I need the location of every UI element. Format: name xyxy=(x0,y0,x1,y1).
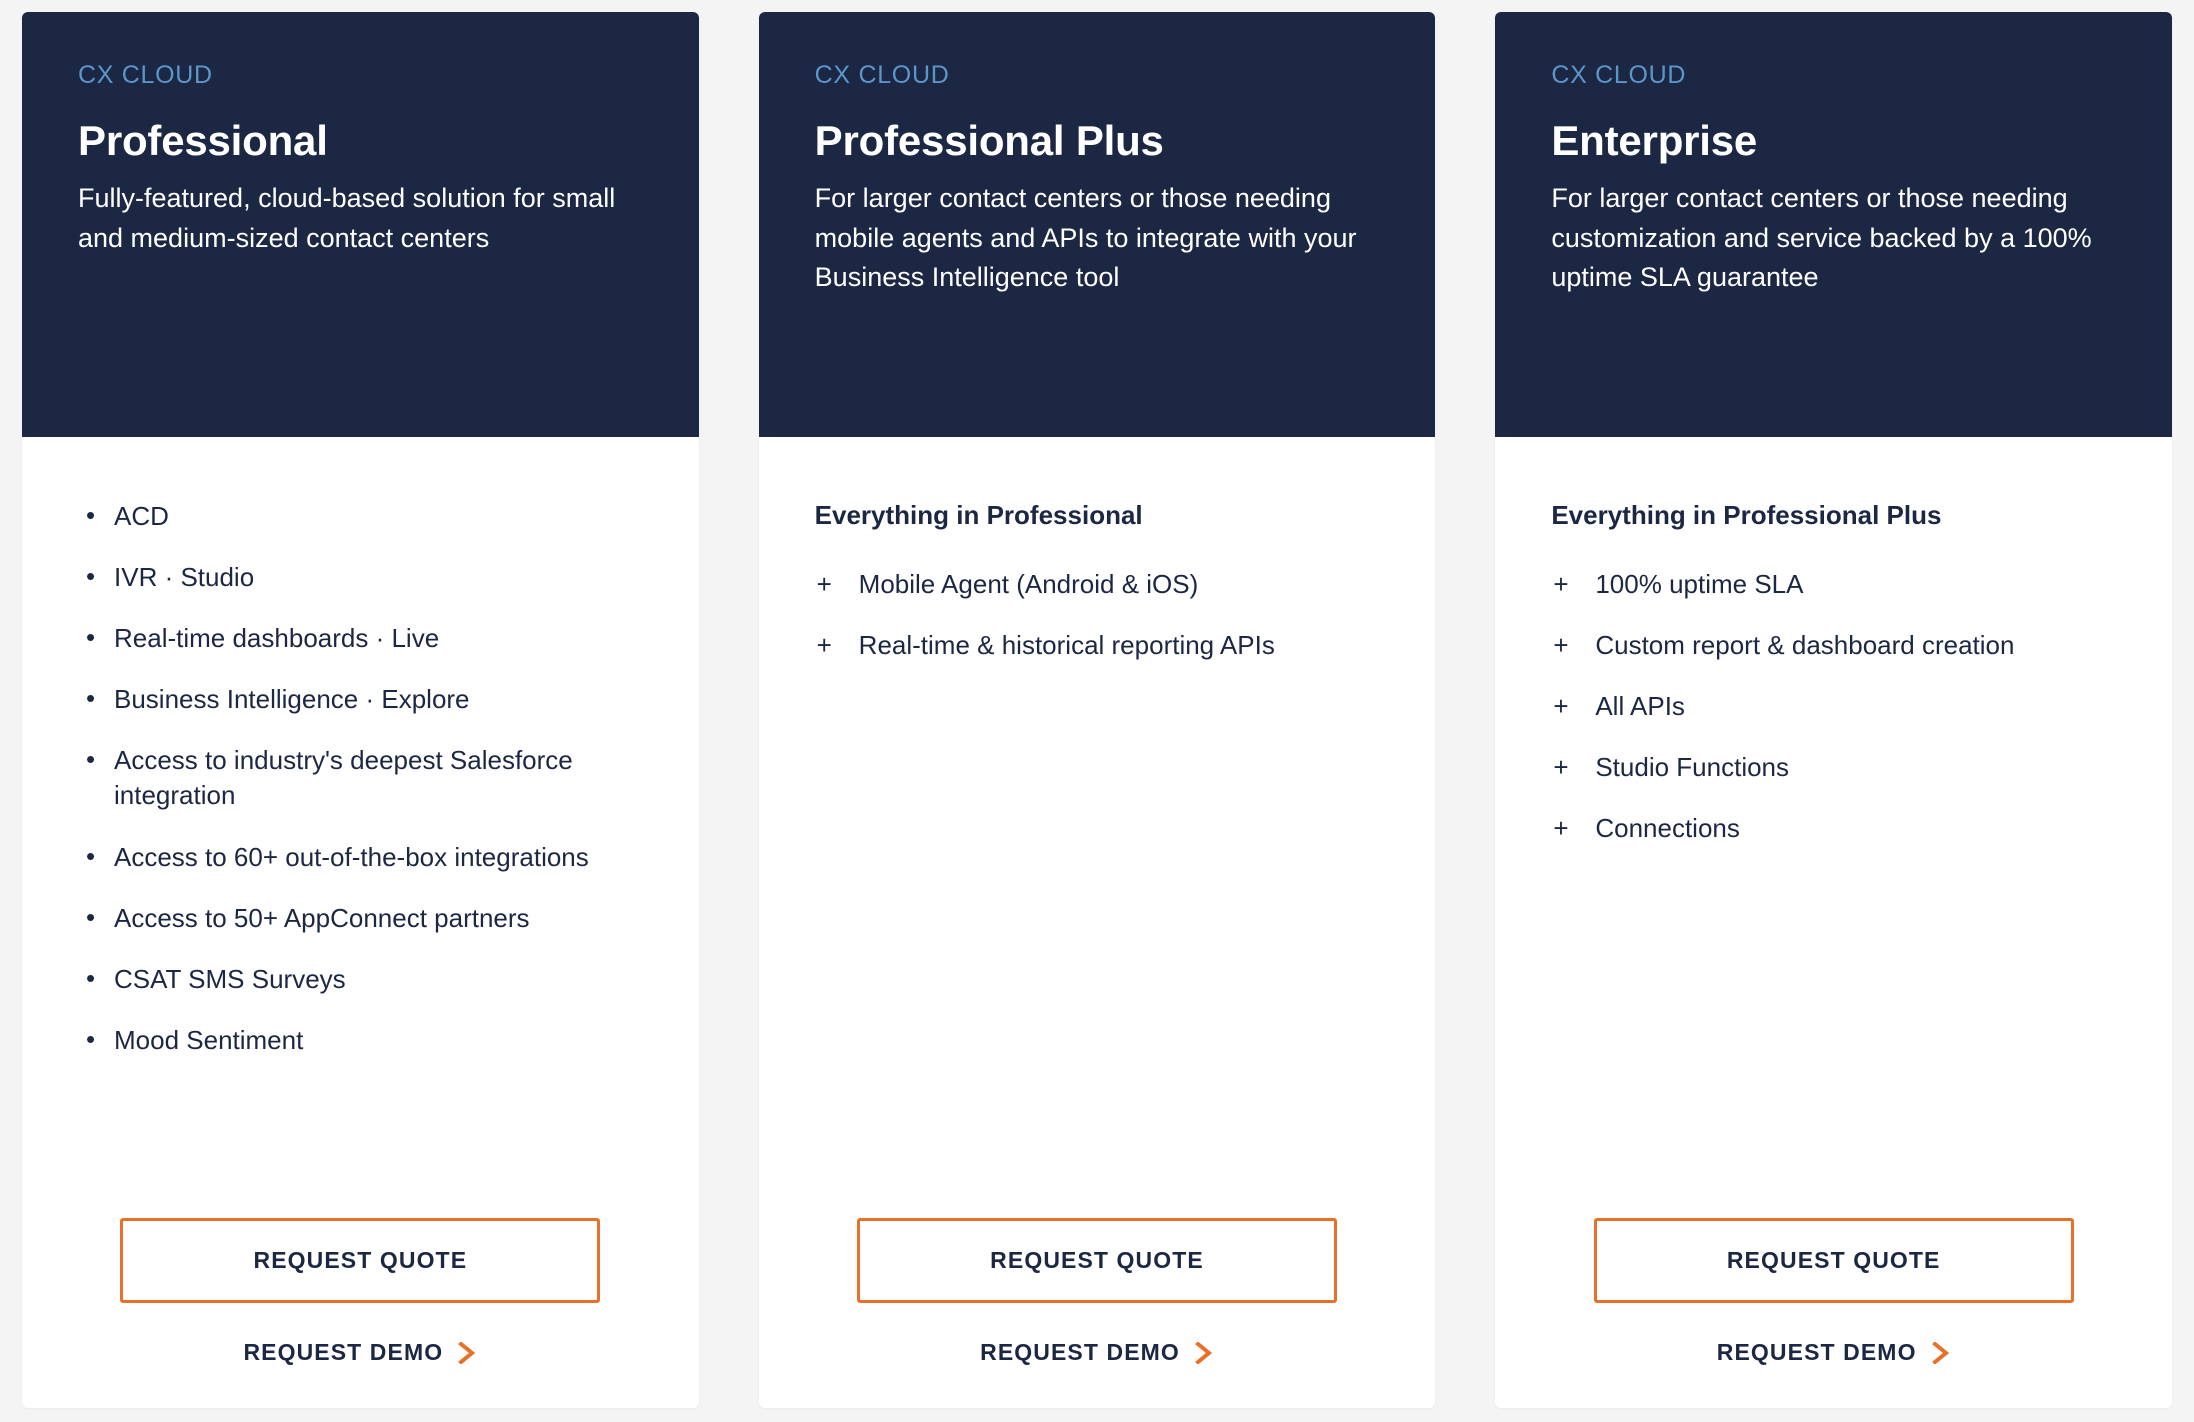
request-demo-link[interactable]: REQUEST DEMO xyxy=(980,1339,1214,1366)
card-feature-list: ACD IVR · Studio Real-time dashboards · Li… xyxy=(78,498,643,1084)
card-body-enterprise: Everything in Professional Plus +100% upt… xyxy=(1495,437,2172,1408)
feature-item: ACD xyxy=(78,498,643,534)
request-quote-button[interactable]: REQUEST QUOTE xyxy=(1593,1218,2074,1303)
card-header-professional-plus: CX CLOUD Professional Plus For larger cont… xyxy=(758,12,1436,437)
feature-item: + Studio Functions xyxy=(1551,750,2116,785)
feature-item: CSAT SMS Surveys xyxy=(78,961,643,997)
feature-item-label: ACD xyxy=(114,501,169,531)
request-demo-label: REQUEST DEMO xyxy=(243,1339,444,1365)
feature-item-label: CSAT SMS Surveys xyxy=(114,963,346,994)
card-plan-name: Enterprise xyxy=(1551,116,1758,164)
feature-item: IVR · Studio xyxy=(78,559,643,595)
plus-icon: + xyxy=(1553,813,1569,844)
card-actions: REQUEST QUOTE REQUEST DEMO xyxy=(815,1218,1380,1408)
card-includes-heading: Everything in Professional xyxy=(814,500,1143,530)
plus-icon: + xyxy=(1553,690,1569,721)
chevron-right-icon xyxy=(1931,1341,1949,1364)
feature-item-label: Access to 60+ out-of-the-box integration… xyxy=(114,841,589,872)
card-plan-name: Professional Plus xyxy=(814,116,1164,164)
pricing-cards-row: CX CLOUD Professional Fully-featured, clou… xyxy=(0,0,2194,1422)
feature-item-label: Real-time dashboards · Live xyxy=(114,623,440,654)
feature-item-label: Business Intelligence · Explore xyxy=(114,684,470,715)
feature-item: + Connections xyxy=(1551,811,2116,846)
feature-item: + Mobile Agent (Android & iOS) xyxy=(815,567,1380,602)
pricing-card-enterprise: CX CLOUD Enterprise For larger contact cen… xyxy=(1495,12,2173,1408)
feature-item: + All APIs xyxy=(1551,689,2116,724)
feature-item-label: All APIs xyxy=(1595,690,1685,721)
feature-item: Business Intelligence · Explore xyxy=(78,681,643,717)
feature-item: + Real-time & historical reporting APIs xyxy=(815,628,1380,663)
card-actions: REQUEST QUOTE REQUEST DEMO xyxy=(1551,1218,2116,1408)
feature-item-label: Connections xyxy=(1595,813,1740,844)
feature-item-label: Mood Sentiment xyxy=(114,1024,304,1055)
request-quote-button[interactable]: REQUEST QUOTE xyxy=(857,1218,1337,1303)
feature-item-label: Mobile Agent (Android & iOS) xyxy=(858,568,1199,599)
card-header-professional: CX CLOUD Professional Fully-featured, clou… xyxy=(22,12,699,437)
feature-item-label: Custom report & dashboard creation xyxy=(1595,629,2015,660)
pricing-card-professional: CX CLOUD Professional Fully-featured, clou… xyxy=(22,12,699,1408)
plus-icon: + xyxy=(816,629,832,660)
feature-item-label: 100% uptime SLA xyxy=(1595,568,1804,599)
card-eyebrow: CX CLOUD xyxy=(78,61,213,89)
feature-item-label: Access to 50+ AppConnect partners xyxy=(114,902,530,933)
feature-item: Access to 50+ AppConnect partners xyxy=(78,900,643,936)
card-eyebrow: CX CLOUD xyxy=(814,61,950,89)
feature-item: Access to industry's deepest Salesforce … xyxy=(78,742,643,813)
card-eyebrow: CX CLOUD xyxy=(1551,61,1687,89)
pricing-card-professional-plus: CX CLOUD Professional Plus For larger cont… xyxy=(758,12,1436,1408)
card-feature-list: +100% uptime SLA + Custom report & dashboa… xyxy=(1551,567,2116,872)
chevron-right-icon xyxy=(1195,1341,1213,1364)
request-demo-label: REQUEST DEMO xyxy=(980,1339,1180,1365)
card-body-professional: ACD IVR · Studio Real-time dashboards · Li… xyxy=(22,437,699,1408)
card-header-enterprise: CX CLOUD Enterprise For larger contact cen… xyxy=(1495,12,2173,437)
plus-icon: + xyxy=(1553,629,1569,660)
request-demo-link[interactable]: REQUEST DEMO xyxy=(1717,1339,1951,1366)
feature-item-label: IVR · Studio xyxy=(114,562,255,593)
plus-icon: + xyxy=(816,568,832,599)
feature-item: + Custom report & dashboard creation xyxy=(1551,628,2116,663)
card-plan-name: Professional xyxy=(78,116,328,164)
card-plan-description: For larger contact centers or those need… xyxy=(814,183,1357,293)
card-plan-description: Fully-featured, cloud-based solution for… xyxy=(78,183,616,253)
request-quote-button[interactable]: REQUEST QUOTE xyxy=(120,1218,601,1303)
feature-item: Mood Sentiment xyxy=(78,1022,643,1058)
card-feature-list: + Mobile Agent (Android & iOS) + Real-time … xyxy=(815,567,1380,689)
card-actions: REQUEST QUOTE REQUEST DEMO xyxy=(78,1218,643,1408)
card-includes-heading: Everything in Professional Plus xyxy=(1551,500,1942,530)
feature-item-label: Studio Functions xyxy=(1595,752,1790,783)
feature-item: +100% uptime SLA xyxy=(1551,567,2116,602)
feature-item-label: Access to industry's deepest Salesforce … xyxy=(114,745,573,811)
request-demo-link[interactable]: REQUEST DEMO xyxy=(243,1339,477,1366)
chevron-right-icon xyxy=(458,1341,476,1364)
plus-icon: + xyxy=(1553,752,1569,783)
card-body-professional-plus: Everything in Professional + Mobile Agent … xyxy=(759,437,1436,1408)
feature-item: Access to 60+ out-of-the-box integration… xyxy=(78,839,643,875)
card-plan-description: For larger contact centers or those need… xyxy=(1551,183,2092,293)
plus-icon: + xyxy=(1553,568,1569,599)
request-demo-label: REQUEST DEMO xyxy=(1716,1339,1917,1365)
feature-item: Real-time dashboards · Live xyxy=(78,620,643,656)
feature-item-label: Real-time & historical reporting APIs xyxy=(858,629,1275,660)
